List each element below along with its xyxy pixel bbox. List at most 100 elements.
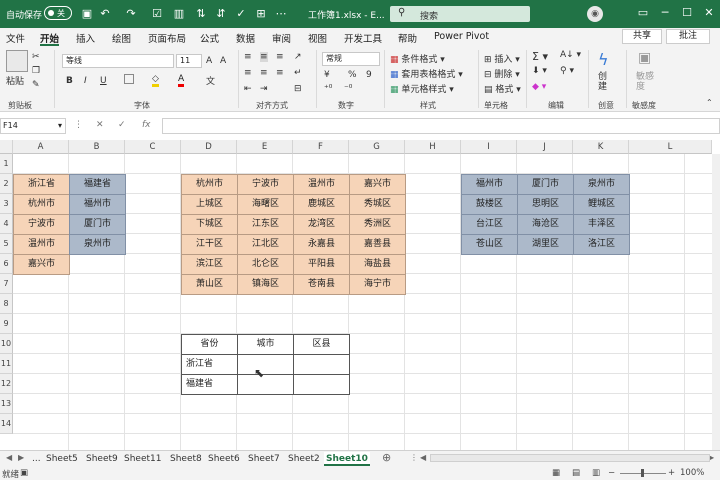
cell-k4[interactable]: 丰泽区: [573, 214, 630, 235]
clear-icon[interactable]: ◆ ▾: [532, 82, 546, 92]
row-header-8[interactable]: 8: [0, 294, 13, 314]
align-top-icon[interactable]: ≡: [244, 52, 252, 62]
save-icon[interactable]: ▣: [80, 7, 94, 20]
merge-icon[interactable]: ⊟: [294, 84, 302, 94]
scroll-left-icon[interactable]: ◀: [420, 453, 426, 462]
row-header-6[interactable]: 6: [0, 254, 13, 274]
format-painter-icon[interactable]: ✎: [32, 80, 40, 90]
cell-g5[interactable]: 嘉善县: [349, 234, 406, 255]
align-middle-icon[interactable]: ≡: [260, 52, 268, 62]
cancel-icon[interactable]: ✕: [96, 120, 104, 130]
cell-d6[interactable]: 滨江区: [181, 254, 238, 275]
tab-view[interactable]: 视图: [308, 31, 327, 45]
add-sheet-icon[interactable]: ⊕: [382, 451, 391, 464]
align-left-icon[interactable]: ≡: [244, 68, 252, 78]
cell-k2[interactable]: 泉州市: [573, 174, 630, 195]
sheet-tab-sheet10[interactable]: Sheet10: [324, 452, 370, 466]
cell-d5[interactable]: 江干区: [181, 234, 238, 255]
autosum-icon[interactable]: Σ ▾: [532, 50, 548, 63]
horizontal-scrollbar[interactable]: [430, 454, 710, 462]
cell-i2[interactable]: 福州市: [461, 174, 518, 195]
share-button[interactable]: 共享: [622, 29, 662, 44]
cell-k3[interactable]: 鲤城区: [573, 194, 630, 215]
tabs-options-icon[interactable]: ⋮: [410, 453, 418, 462]
cell-j2[interactable]: 厦门市: [517, 174, 574, 195]
cell-f5[interactable]: 永嘉县: [293, 234, 350, 255]
tab-formulas[interactable]: 公式: [200, 31, 219, 45]
cell-g2[interactable]: 嘉兴市: [349, 174, 406, 195]
prev-sheet-icon[interactable]: ◀: [6, 453, 12, 462]
cell-f4[interactable]: 龙湾区: [293, 214, 350, 235]
sheet-tab-sheet8[interactable]: Sheet8: [168, 452, 204, 466]
orientation-icon[interactable]: ↗: [294, 52, 302, 62]
cell-b3[interactable]: 福州市: [69, 194, 126, 215]
column-header-c[interactable]: C: [125, 140, 181, 154]
tab-developer[interactable]: 开发工具: [344, 31, 382, 45]
cell-a2[interactable]: 浙江省: [13, 174, 70, 195]
format-cells-button[interactable]: ▤ 格式 ▾: [484, 82, 521, 95]
zoom-in-icon[interactable]: +: [668, 468, 675, 478]
confirm-icon[interactable]: ✓: [118, 120, 126, 130]
border-icon[interactable]: [124, 74, 134, 85]
cell-d7[interactable]: 萧山区: [181, 274, 238, 295]
cell-d3[interactable]: 上城区: [181, 194, 238, 215]
cell-a3[interactable]: 杭州市: [13, 194, 70, 215]
cell-a6[interactable]: 嘉兴市: [13, 254, 70, 275]
sort-filter-icon[interactable]: A↓ ▾: [560, 50, 581, 60]
more-icon[interactable]: ⋯: [274, 7, 288, 20]
sheet-tab-sheet5[interactable]: Sheet5: [44, 452, 80, 466]
cell-e11[interactable]: [237, 354, 294, 375]
find-icon[interactable]: ⚲ ▾: [560, 66, 574, 76]
bold-button[interactable]: B: [66, 76, 73, 86]
cell-style-button[interactable]: ▦ 单元格样式 ▾: [390, 82, 454, 95]
cell-e12[interactable]: [237, 374, 294, 395]
avatar[interactable]: ◉: [587, 6, 603, 22]
insert-function-icon[interactable]: fx: [142, 120, 151, 130]
tab-page-layout[interactable]: 页面布局: [148, 31, 186, 45]
sensitivity-icon[interactable]: ▣: [638, 50, 651, 66]
underline-button[interactable]: U: [100, 76, 107, 86]
cell-f3[interactable]: 鹿城区: [293, 194, 350, 215]
redo-icon[interactable]: ↷: [124, 7, 138, 20]
cell-e6[interactable]: 北仑区: [237, 254, 294, 275]
conditional-format-button[interactable]: ▦ 条件格式 ▾: [390, 52, 445, 65]
cell-g3[interactable]: 秀城区: [349, 194, 406, 215]
cell-d12[interactable]: 福建省: [181, 374, 238, 395]
align-bottom-icon[interactable]: ≡: [276, 52, 284, 62]
row-header-5[interactable]: 5: [0, 234, 13, 254]
row-header-3[interactable]: 3: [0, 194, 13, 214]
checkbox-icon[interactable]: ☑: [150, 7, 164, 20]
cell-e7[interactable]: 镇海区: [237, 274, 294, 295]
cell-e10[interactable]: 城市: [237, 334, 294, 355]
tab-draw[interactable]: 绘图: [112, 31, 131, 45]
sort-desc-icon[interactable]: ⇵: [214, 7, 228, 20]
cell-f11[interactable]: [293, 354, 350, 375]
font-name-select[interactable]: 等线: [62, 54, 174, 68]
font-color-icon[interactable]: A: [178, 74, 185, 87]
increase-indent-icon[interactable]: ⇥: [260, 84, 268, 94]
cell-f12[interactable]: [293, 374, 350, 395]
tab-data[interactable]: 数据: [236, 31, 255, 45]
cell-e4[interactable]: 江东区: [237, 214, 294, 235]
phonetic-icon[interactable]: 文: [206, 74, 215, 87]
cell-g7[interactable]: 海宁市: [349, 274, 406, 295]
next-sheet-icon[interactable]: ▶: [18, 453, 24, 462]
worksheet-grid[interactable]: A B C D E F G H I J K L 1 2 3 4 5 6 7 8 9 10 11 12 13 14 浙江省 杭州市 宁波市…: [0, 140, 720, 450]
row-header-10[interactable]: 10: [0, 334, 13, 354]
row-header-11[interactable]: 11: [0, 354, 13, 374]
insert-cells-button[interactable]: ⊞ 插入 ▾: [484, 52, 520, 65]
cell-e2[interactable]: 宁波市: [237, 174, 294, 195]
column-header-b[interactable]: B: [69, 140, 125, 154]
cell-i3[interactable]: 鼓楼区: [461, 194, 518, 215]
checkmark-icon[interactable]: ✓: [234, 7, 248, 20]
decrease-indent-icon[interactable]: ⇤: [244, 84, 252, 94]
sheet-tab-more[interactable]: ...: [30, 452, 43, 466]
cell-j5[interactable]: 湖里区: [517, 234, 574, 255]
fill-color-icon[interactable]: ◇: [152, 74, 159, 87]
column-header-l[interactable]: L: [629, 140, 712, 154]
undo-icon[interactable]: ↶: [98, 7, 112, 20]
minimize-icon[interactable]: ─: [658, 6, 672, 19]
cell-b5[interactable]: 泉州市: [69, 234, 126, 255]
cell-i5[interactable]: 苍山区: [461, 234, 518, 255]
copy-icon[interactable]: ❐: [32, 66, 40, 76]
